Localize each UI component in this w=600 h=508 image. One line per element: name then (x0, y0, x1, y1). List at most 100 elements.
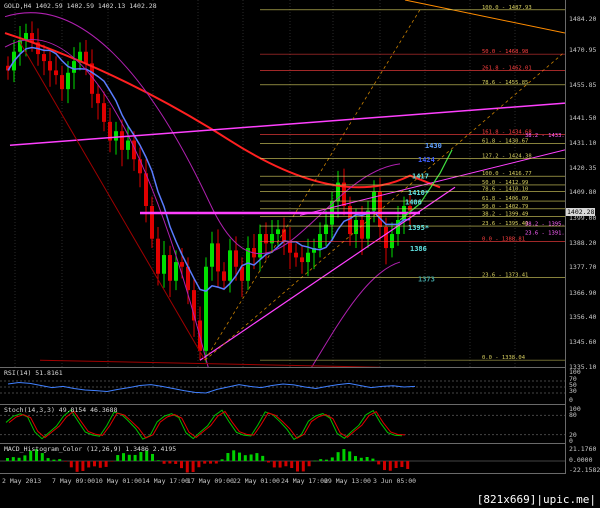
macd-bar (151, 453, 154, 461)
fib-level-label: 23.6 - 1373.41 (482, 272, 528, 278)
candle-body (378, 191, 382, 228)
price-scale-tick: 1377.70 (569, 263, 597, 272)
macd-bar (180, 461, 183, 469)
fib-level-label: 38.2 - 1399.49 (482, 212, 528, 218)
price-chart-title: GOLD,H4 1402.59 1402.59 1402.13 1402.28 (4, 2, 157, 10)
price-scale-tick: 1431.10 (569, 138, 597, 147)
candle-body (126, 140, 130, 150)
candle-body (210, 243, 214, 267)
macd-scale-tick: 21.1760 (569, 445, 597, 453)
candle-body (66, 72, 70, 90)
macd-bar (98, 461, 102, 468)
watermark: [821x669]|upic.me| (476, 493, 596, 506)
macd-bar (81, 461, 85, 471)
fib-level-label: 100.0 - 1487.93 (482, 5, 532, 11)
candle-body (102, 103, 106, 122)
macd-bar (58, 459, 62, 461)
price-chart-canvas: 100.0 - 1487.93 50.0 - 1468.98 261.8 - 146… (4, 0, 565, 367)
candle-body (276, 229, 280, 235)
macd-bar (301, 461, 305, 472)
macd-bar (400, 461, 404, 468)
price-chart-pane[interactable]: 100.0 - 1487.93 50.0 - 1468.98 261.8 - 146… (0, 0, 565, 368)
moving-average-red (4, 32, 441, 189)
candle-body (216, 243, 220, 272)
fib-level-label: 0.0 - 1338.04 (482, 355, 526, 361)
macd-bar (371, 458, 375, 461)
fib-level-label: 127.2 - 1424.38 (482, 153, 532, 159)
time-axis-label: 3 Jun 05:00 (373, 477, 417, 485)
candle-body (354, 220, 358, 235)
price-scale-tick: 1388.20 (569, 238, 597, 247)
candle-body (384, 227, 388, 249)
price-scale-tick: 1420.35 (569, 163, 597, 172)
macd-bar (93, 461, 96, 467)
macd-bar (191, 461, 195, 472)
macd-bar (377, 461, 381, 465)
macd-bar (255, 453, 259, 461)
candle-body (84, 51, 88, 64)
fib-mid-label: 38.2 - 1433.17 (525, 133, 565, 139)
rsi-canvas (0, 380, 565, 394)
stochastic-pane[interactable]: Stoch(14,3,3) 49.8154 46.3688 (0, 405, 565, 444)
macd-bar (238, 452, 241, 461)
fib-level-label: 78.6 - 1455.85 (482, 80, 528, 86)
macd-bar (214, 461, 218, 464)
candle-body (168, 255, 172, 281)
macd-bar (156, 460, 160, 461)
current-price-badge: 1402.28 (566, 208, 596, 216)
macd-bar (336, 452, 340, 461)
macd-bar (278, 461, 282, 468)
macd-bar (168, 461, 172, 464)
rsi-pane[interactable]: RSI(14) 51.8161 (0, 368, 565, 405)
macd-bar (17, 457, 21, 461)
macd-bar (325, 459, 328, 461)
time-axis-label: 24 May 17:00 (281, 477, 328, 485)
candle-body (222, 271, 226, 281)
fib-level-label: 100.0 - 1416.77 (482, 171, 532, 177)
time-axis-label: 29 May 13:00 (324, 477, 371, 485)
candle-body (54, 70, 58, 76)
macd-bar (272, 461, 276, 468)
macd-scale-tick: 0.0000 (569, 456, 593, 464)
macd-bar (319, 459, 323, 461)
time-axis-label: 7 May 09:00 (52, 477, 96, 485)
candle-body (162, 255, 166, 274)
fib-level-label: 50.0 - 1402.79 (482, 204, 528, 210)
fib-level-label: 61.8 - 1430.67 (482, 139, 528, 145)
macd-bar (296, 461, 299, 472)
target-label: 1406 (405, 198, 422, 206)
macd-bar (359, 457, 363, 461)
fib-level-label: 50.0 - 1468.98 (482, 49, 528, 55)
fib-level-label: 0.0 - 1388.81 (482, 236, 525, 242)
target-label: 1417 (412, 173, 429, 181)
price-scale-tick: 1409.80 (569, 188, 597, 197)
price-scale-tick: 1455.85 (569, 80, 597, 89)
candle-body (228, 250, 232, 281)
macd-bar (110, 461, 114, 462)
stochastic-title: Stoch(14,3,3) 49.8154 46.3688 (4, 406, 118, 414)
candle-body (120, 131, 124, 150)
time-axis-label: 2 May 2013 (2, 477, 42, 485)
price-scale-tick: 1345.60 (569, 338, 597, 347)
macd-bar (87, 461, 91, 468)
macd-bar (6, 458, 9, 461)
target-label: 1424 (418, 156, 435, 164)
bottom-line (39, 359, 381, 367)
macd-bar (365, 457, 369, 461)
candle-body (300, 257, 304, 263)
stochastic-scale: 100 80 20 0 (565, 405, 600, 445)
macd-bar (243, 455, 247, 461)
candle-body (390, 234, 394, 249)
macd-bar (11, 457, 15, 461)
macd-scale: 21.1760 0.0000 -22.1582 (565, 444, 600, 474)
macd-bar (267, 461, 270, 463)
time-axis: 2 May 2013 7 May 09:00 10 May 01:00 14 May … (0, 474, 600, 490)
macd-bar (139, 452, 143, 461)
macd-bar (40, 453, 44, 461)
macd-bar (104, 461, 108, 467)
macd-bar (249, 454, 253, 461)
macd-pane[interactable]: MACD_Histogram_Color (12,26,9) 1.3486 2.… (0, 444, 565, 474)
candle-body (174, 262, 178, 281)
candle-body (42, 54, 46, 62)
macd-bar (133, 454, 137, 461)
